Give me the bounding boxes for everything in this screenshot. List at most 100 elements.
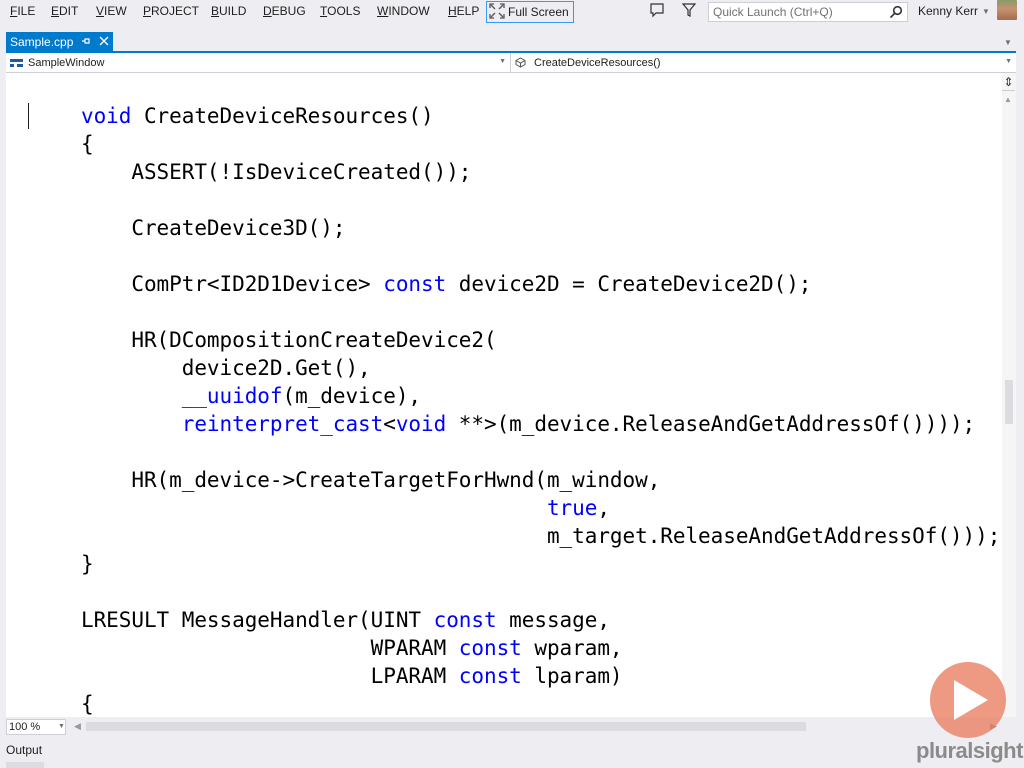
code-line[interactable]: ComPtr<ID2D1Device> const device2D = Cre…	[81, 270, 1000, 298]
accelerator-letter: E	[51, 4, 60, 18]
keyword-token: const	[383, 272, 447, 296]
code-line[interactable]: HR(DCompositionCreateDevice2(	[81, 326, 1000, 354]
accelerator-letter: W	[377, 4, 389, 18]
code-token: CreateDevice3D();	[81, 216, 346, 240]
zoom-level-value: 100 %	[9, 721, 41, 733]
accelerator-letter: D	[263, 4, 272, 18]
keyword-token: const	[458, 664, 522, 688]
scroll-left-icon[interactable]: ◀	[74, 721, 81, 732]
tab-overflow-icon[interactable]: ▼	[1004, 38, 1012, 47]
pluralsight-watermark: pluralsight	[916, 738, 1023, 763]
pin-icon[interactable]	[81, 35, 91, 49]
search-icon[interactable]	[889, 5, 903, 24]
code-token: {	[81, 132, 94, 156]
keyword-token: true	[546, 496, 598, 520]
menu-bar: FILE EDIT VIEW PROJECT BUILD DEBUG TOOLS…	[0, 0, 1024, 24]
menu-build[interactable]: BUILD	[211, 4, 246, 18]
close-icon[interactable]	[99, 35, 109, 49]
code-token: m_target.ReleaseAndGetAddressOf()));	[81, 524, 1001, 548]
chevron-down-icon: ▼	[1005, 58, 1012, 65]
quick-launch-box	[708, 2, 908, 22]
feedback-button[interactable]	[648, 2, 666, 21]
code-line[interactable]	[81, 298, 1000, 326]
filter-icon	[681, 2, 697, 23]
code-token: ASSERT(!IsDeviceCreated());	[81, 160, 472, 184]
code-token: LPARAM	[81, 664, 459, 688]
avatar[interactable]	[997, 0, 1017, 20]
code-token: device2D.Get(),	[81, 356, 371, 380]
play-icon	[930, 662, 1006, 738]
menu-edit[interactable]: EDIT	[51, 4, 78, 18]
code-editor[interactable]: void CreateDeviceResources(){ ASSERT(!Is…	[6, 73, 1002, 717]
code-line[interactable]: m_target.ReleaseAndGetAddressOf()));	[81, 522, 1000, 550]
menu-project[interactable]: PROJECT	[143, 4, 199, 18]
code-line[interactable]	[81, 438, 1000, 466]
menu-tools[interactable]: TOOLS	[320, 4, 360, 18]
code-line[interactable]: }	[81, 550, 1000, 578]
full-screen-button[interactable]: Full Screen	[486, 1, 574, 23]
vertical-scroll-thumb[interactable]	[1005, 380, 1013, 424]
code-token: **>(m_device.ReleaseAndGetAddressOf())))…	[446, 412, 976, 436]
code-token: HR(m_device->CreateTargetForHwnd(m_windo…	[81, 468, 661, 492]
code-token: CreateDeviceResources()	[131, 104, 434, 128]
menu-window[interactable]: WINDOW	[377, 4, 430, 18]
code-token: ,	[597, 496, 610, 520]
code-token: {	[81, 692, 94, 716]
code-token: lparam)	[521, 664, 623, 688]
output-panel-title[interactable]: Output	[6, 743, 42, 757]
keyword-token: reinterpret_cast	[181, 412, 384, 436]
code-line[interactable]: CreateDevice3D();	[81, 214, 1000, 242]
horizontal-scroll-thumb[interactable]	[86, 722, 806, 731]
class-icon	[10, 58, 23, 67]
keyword-token: const	[458, 636, 522, 660]
code-line[interactable]	[81, 242, 1000, 270]
zoom-level-dropdown[interactable]: 100 %	[6, 719, 66, 735]
code-line[interactable]	[81, 578, 1000, 606]
quick-launch-input[interactable]	[709, 3, 883, 21]
code-line[interactable]: HR(m_device->CreateTargetForHwnd(m_windo…	[81, 466, 1000, 494]
code-line[interactable]: {	[81, 130, 1000, 158]
split-view-icon[interactable]: ⇕	[1002, 75, 1015, 91]
tab-sample-cpp[interactable]: Sample.cpp	[6, 32, 114, 52]
code-token: device2D = CreateDevice2D();	[446, 272, 812, 296]
code-line[interactable]: true,	[81, 494, 1000, 522]
code-token: ComPtr<ID2D1Device>	[81, 272, 384, 296]
member-dropdown[interactable]: CreateDeviceResources() ▼	[513, 53, 1016, 72]
code-line[interactable]: ASSERT(!IsDeviceCreated());	[81, 158, 1000, 186]
code-token: }	[81, 552, 94, 576]
code-line[interactable]: __uuidof(m_device),	[81, 382, 1000, 410]
fullscreen-icon	[489, 2, 505, 22]
menu-view[interactable]: VIEW	[96, 4, 127, 18]
chevron-down-icon: ▼	[499, 58, 506, 65]
code-token: WPARAM	[81, 636, 459, 660]
code-line[interactable]: LRESULT MessageHandler(UINT const messag…	[81, 606, 1000, 634]
keyword-token: __uuidof	[181, 384, 283, 408]
output-panel-tab[interactable]	[6, 762, 44, 768]
code-line[interactable]: {	[81, 690, 1000, 717]
scroll-up-icon[interactable]: ▲	[1004, 95, 1012, 104]
accelerator-letter: V	[96, 4, 105, 18]
menu-file[interactable]: FILE	[10, 4, 35, 18]
code-token: (m_device),	[282, 384, 422, 408]
code-line[interactable]: void CreateDeviceResources()	[81, 102, 1000, 130]
menu-debug[interactable]: DEBUG	[263, 4, 306, 18]
code-line[interactable]: device2D.Get(),	[81, 354, 1000, 382]
code-content[interactable]: void CreateDeviceResources(){ ASSERT(!Is…	[81, 102, 1000, 717]
chevron-down-icon[interactable]: ▼	[982, 7, 990, 16]
code-line[interactable]: LPARAM const lparam)	[81, 662, 1000, 690]
member-label: CreateDeviceResources()	[534, 56, 661, 69]
scope-dropdown[interactable]: SampleWindow ▼	[6, 53, 511, 72]
tab-label: Sample.cpp	[10, 35, 74, 49]
method-icon	[515, 57, 526, 68]
keyword-token: void	[395, 412, 447, 436]
text-caret	[28, 103, 29, 129]
code-token: message,	[496, 608, 610, 632]
user-name[interactable]: Kenny Kerr	[918, 4, 978, 18]
code-line[interactable]: reinterpret_cast<void **>(m_device.Relea…	[81, 410, 1000, 438]
menu-help[interactable]: HELP	[448, 4, 479, 18]
filter-button[interactable]	[680, 2, 698, 23]
code-line[interactable]: WPARAM const wparam,	[81, 634, 1000, 662]
code-line[interactable]	[81, 186, 1000, 214]
